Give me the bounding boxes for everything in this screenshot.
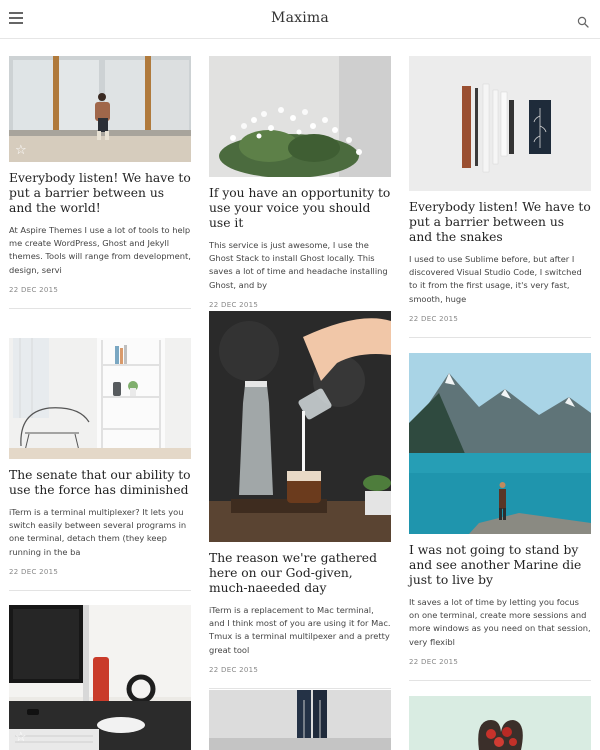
post-date: 22 DEC 2015 [409,314,459,323]
post-image-white-room[interactable] [9,338,191,459]
post-date: 22 DEC 2015 [9,285,59,294]
post-image-pens[interactable] [409,56,591,191]
featured-star-icon: ☆ [15,730,27,745]
post-excerpt: At Aspire Themes I use a lot of tools to… [9,225,191,275]
post-image-strawberries[interactable] [409,696,591,750]
post-date: 22 DEC 2015 [9,567,59,576]
site-header: Maxima [0,0,600,39]
post-image-white-flowers[interactable] [209,56,391,177]
post-card [409,696,591,750]
post-image-desk[interactable]: ☆ [9,605,191,750]
post-title[interactable]: Everybody listen! We have to put a barri… [409,200,591,245]
post-excerpt: iTerm is a replacement to Mac terminal, … [209,605,391,655]
post-title[interactable]: The reason we're gathered here on our Go… [209,551,391,596]
post-image-books[interactable] [209,690,391,750]
post-excerpt: iTerm is a terminal multiplexer? It lets… [9,507,187,557]
post-image-pouring-milk[interactable] [209,311,391,542]
post-card: The reason we're gathered here on our Go… [209,311,391,689]
post-title[interactable]: If you have an opportunity to use your v… [209,186,391,231]
post-card: I was not going to stand by and see anot… [409,353,591,681]
post-card: ☆ [9,605,191,750]
featured-star-icon: ☆ [15,143,27,158]
post-date: 22 DEC 2015 [209,665,259,674]
post-card: ☆ Everybody listen! We have to put a bar… [9,56,191,309]
post-card [209,690,391,750]
post-excerpt: I used to use Sublime before, but after … [409,254,582,304]
post-title[interactable]: Everybody listen! We have to put a barri… [9,171,191,216]
post-card: Everybody listen! We have to put a barri… [409,56,591,338]
site-title[interactable]: Maxima [0,10,600,26]
search-icon[interactable] [577,13,589,28]
post-title[interactable]: The senate that our ability to use the f… [9,468,191,498]
post-excerpt: This service is just awesome, I use the … [209,240,388,290]
post-image-man-sitting[interactable]: ☆ [9,56,191,162]
post-date: 22 DEC 2015 [409,657,459,666]
post-excerpt: It saves a lot of time by letting you fo… [409,597,591,647]
post-image-mountain-lake[interactable] [409,353,591,534]
post-date: 22 DEC 2015 [209,300,259,309]
post-card: If you have an opportunity to use your v… [209,56,391,324]
post-card: The senate that our ability to use the f… [9,338,191,591]
post-title[interactable]: I was not going to stand by and see anot… [409,543,591,588]
